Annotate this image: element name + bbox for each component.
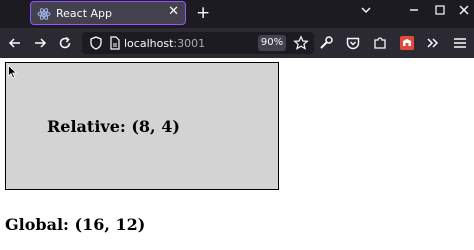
page-icon[interactable] — [107, 35, 123, 51]
url-text: localhost:3001 — [124, 37, 205, 50]
reload-icon[interactable] — [57, 35, 73, 51]
minimize-button[interactable] — [408, 4, 420, 20]
react-icon — [37, 6, 51, 25]
maximize-button[interactable] — [434, 4, 446, 20]
pocket-icon[interactable] — [345, 35, 361, 51]
url-bar[interactable]: localhost:3001 90% — [82, 32, 314, 54]
chevron-down-icon[interactable] — [360, 4, 372, 20]
relative-box[interactable]: Relative: (8, 4) — [5, 62, 279, 190]
url-port: :3001 — [173, 37, 206, 50]
menu-icon[interactable] — [452, 35, 468, 51]
relative-coordinates: Relative: (8, 4) — [47, 117, 180, 136]
nav-bar: localhost:3001 90% — [0, 28, 474, 58]
zoom-badge[interactable]: 90% — [258, 35, 286, 51]
global-coordinates: Global: (16, 12) — [5, 215, 146, 234]
tab-bar: React App ✕ + — [0, 0, 474, 28]
new-tab-button[interactable]: + — [196, 3, 210, 23]
close-window-button[interactable] — [458, 4, 470, 20]
tab-react-app[interactable]: React App ✕ — [30, 1, 186, 25]
wrench-icon[interactable] — [318, 35, 334, 51]
url-host: localhost — [124, 37, 174, 50]
overflow-icon[interactable] — [425, 35, 441, 51]
back-icon[interactable] — [7, 35, 23, 51]
page-content: Relative: (8, 4) Global: (16, 12) — [0, 58, 474, 250]
tab-close-icon[interactable]: ✕ — [168, 4, 179, 19]
star-icon[interactable] — [293, 35, 309, 51]
shield-icon[interactable] — [88, 35, 104, 51]
forward-icon[interactable] — [32, 35, 48, 51]
tab-title: React App — [56, 7, 113, 20]
addon-icon[interactable] — [399, 35, 415, 51]
mouse-cursor-icon — [8, 64, 18, 83]
extensions-icon[interactable] — [372, 35, 388, 51]
